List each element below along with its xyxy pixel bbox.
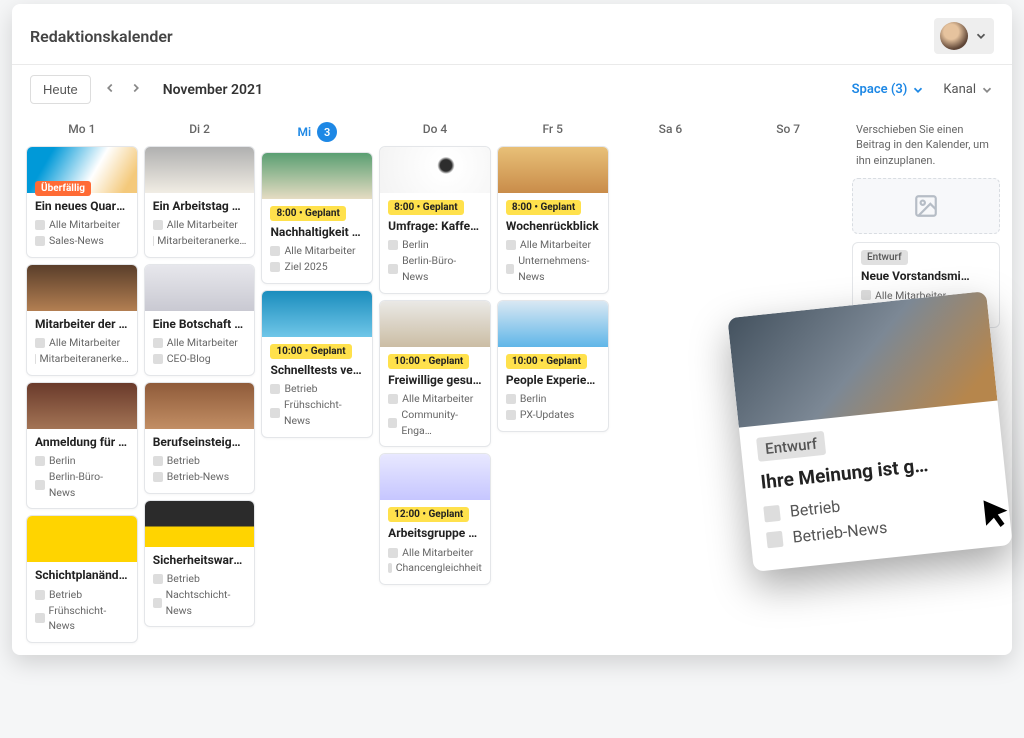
card-title: Arbeitsgruppe DE&I (388, 526, 482, 540)
day-header: Fr 5 (495, 114, 611, 146)
day-header: Di 2 (142, 114, 258, 146)
cursor-icon (978, 494, 1013, 531)
day-column-sa: Sa 6 (613, 114, 729, 643)
calendar-card[interactable]: Schichtplanänder… Betrieb Frühschicht-Ne… (26, 515, 138, 643)
day-column-fr: Fr 5 8:00 • Geplant Wochenrückblick Alle… (495, 114, 611, 643)
month-label: November 2021 (163, 82, 263, 98)
space-icon (763, 505, 781, 523)
day-column-mi: Mi 3 8:00 • Geplant Nachhaltigkeit 101 A… (259, 114, 375, 643)
card-title: Schichtplanänder… (35, 568, 129, 582)
space-filter[interactable]: Space (3) (852, 82, 926, 97)
card-thumbnail (27, 383, 137, 429)
card-title: Umfrage: Kaffee im B… (388, 219, 482, 233)
calendar-card[interactable]: Überfällig Ein neues Quartal fä… Alle Mi… (26, 146, 138, 258)
dragging-card[interactable]: Entwurf Ihre Meinung ist g… Betrieb Betr… (727, 291, 1012, 572)
calendar-card[interactable]: 10:00 • Geplant Freiwillige gesucht! All… (379, 300, 491, 448)
card-thumbnail (145, 501, 255, 547)
chevron-down-icon (911, 83, 925, 97)
card-title: Mitarbeiter der Woche (35, 317, 129, 331)
day-header: Do 4 (377, 114, 493, 146)
topbar: Redaktionskalender (12, 4, 1012, 65)
card-title: Anmeldung für Weina… (35, 435, 129, 449)
card-thumbnail (145, 265, 255, 311)
image-icon (913, 193, 939, 219)
user-menu[interactable] (934, 18, 994, 54)
status-badge: 12:00 • Geplant (388, 507, 469, 522)
status-badge: 10:00 • Geplant (388, 354, 469, 369)
day-header: Sa 6 (613, 114, 729, 146)
card-thumbnail (380, 454, 490, 500)
channel-icon (35, 236, 45, 246)
sidebar-hint: Verschieben Sie einen Beitrag in den Kal… (852, 116, 1000, 178)
day-number-bubble: 3 (317, 122, 337, 142)
card-thumbnail (498, 301, 608, 347)
day-header-active: Mi 3 (259, 114, 375, 152)
calendar-card[interactable]: Berufseinsteiger-Bonus Betrieb Betrieb-N… (144, 382, 256, 494)
calendar-card[interactable]: 10:00 • Geplant Schnelltests verfügbr… B… (261, 290, 373, 438)
chevron-down-icon (974, 29, 988, 43)
week-grid: Mo 1 Überfällig Ein neues Quartal fä… Al… (24, 114, 846, 643)
kanal-filter[interactable]: Kanal (943, 82, 994, 97)
card-thumbnail (262, 291, 372, 337)
card-thumbnail (380, 301, 490, 347)
calendar-card[interactable]: Anmeldung für Weina… Berlin Berlin-Büro-… (26, 382, 138, 510)
prev-button[interactable] (103, 81, 117, 99)
calendar-card[interactable]: 8:00 • Geplant Umfrage: Kaffee im B… Ber… (379, 146, 491, 294)
calendar-card[interactable]: Ein Arbeitstag als… Alle Mitarbeiter Mit… (144, 146, 256, 258)
card-title: Berufseinsteiger-Bonus (153, 435, 247, 449)
card-thumbnail (498, 147, 608, 193)
card-title: Neue Vorstandsmi… (861, 269, 991, 283)
status-badge: 10:00 • Geplant (506, 354, 587, 369)
chevron-down-icon (980, 83, 994, 97)
status-badge: 8:00 • Geplant (270, 206, 345, 221)
card-title: Schnelltests verfügbr… (270, 363, 364, 377)
day-column-di: Di 2 Ein Arbeitstag als… Alle Mitarbeite… (142, 114, 258, 643)
status-badge: 8:00 • Geplant (506, 200, 581, 215)
day-column-mo: Mo 1 Überfällig Ein neues Quartal fä… Al… (24, 114, 140, 643)
calendar-card[interactable]: Eine Botschaft von der… Alle Mitarbeiter… (144, 264, 256, 376)
status-badge: Entwurf (861, 250, 908, 265)
status-badge: 8:00 • Geplant (388, 200, 463, 215)
calendar-card[interactable]: 10:00 • Geplant People Experience N… Ber… (497, 300, 609, 432)
calendar-card[interactable]: 8:00 • Geplant Nachhaltigkeit 101 Alle M… (261, 152, 373, 284)
image-placeholder (852, 178, 1000, 234)
calendar-card[interactable]: Sicherheitswarnung Betrieb Nachtschicht-… (144, 500, 256, 628)
calendar-card[interactable]: 8:00 • Geplant Wochenrückblick Alle Mita… (497, 146, 609, 294)
status-badge: Entwurf (756, 431, 826, 462)
avatar (940, 22, 968, 50)
calendar-card[interactable]: Mitarbeiter der Woche Alle Mitarbeiter M… (26, 264, 138, 376)
space-icon (35, 220, 45, 230)
card-thumbnail (380, 147, 490, 193)
day-column-do: Do 4 8:00 • Geplant Umfrage: Kaffee im B… (377, 114, 493, 643)
card-title: Ein neues Quartal fä… (35, 199, 129, 213)
page-title: Redaktionskalender (30, 27, 173, 46)
channel-icon (766, 531, 784, 549)
card-thumbnail (27, 265, 137, 311)
card-thumbnail (145, 383, 255, 429)
card-title: Freiwillige gesucht! (388, 373, 482, 387)
today-button[interactable]: Heute (30, 75, 91, 104)
status-badge: Überfällig (35, 181, 91, 196)
card-title: People Experience N… (506, 373, 600, 387)
card-title: Wochenrückblick (506, 219, 600, 233)
status-badge: 10:00 • Geplant (270, 344, 351, 359)
next-button[interactable] (129, 81, 143, 99)
card-title: Nachhaltigkeit 101 (270, 225, 364, 239)
calendar-card[interactable]: 12:00 • Geplant Arbeitsgruppe DE&I Alle … (379, 453, 491, 585)
card-thumbnail (27, 516, 137, 562)
day-header: Mo 1 (24, 114, 140, 146)
card-title: Eine Botschaft von der… (153, 317, 247, 331)
card-thumbnail (145, 147, 255, 193)
card-title: Ein Arbeitstag als… (153, 199, 247, 213)
day-header: So 7 (730, 114, 846, 146)
card-title: Sicherheitswarnung (153, 553, 247, 567)
card-thumbnail (262, 153, 372, 199)
toolbar: Heute November 2021 Space (3) Kanal (12, 65, 1012, 114)
